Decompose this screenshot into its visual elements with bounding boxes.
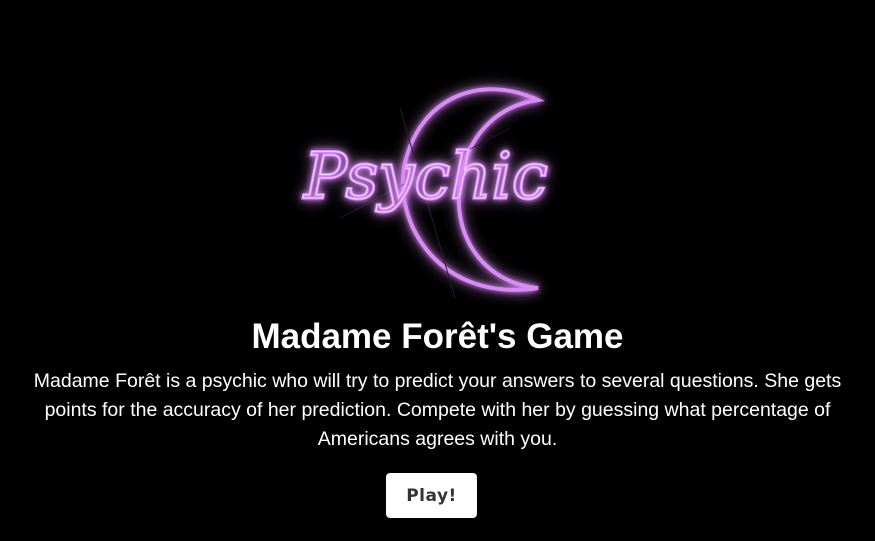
game-description: Madame Forêt is a psychic who will try t… <box>33 370 842 450</box>
svg-text:Psychic: Psychic <box>303 140 548 214</box>
psychic-neon-logo: Psychic Psychic <box>280 68 580 308</box>
game-title: Madame Forêt's Game <box>251 317 624 356</box>
play-button[interactable]: Play! <box>386 473 477 518</box>
psychic-logo-graphic: Psychic Psychic <box>302 87 549 299</box>
